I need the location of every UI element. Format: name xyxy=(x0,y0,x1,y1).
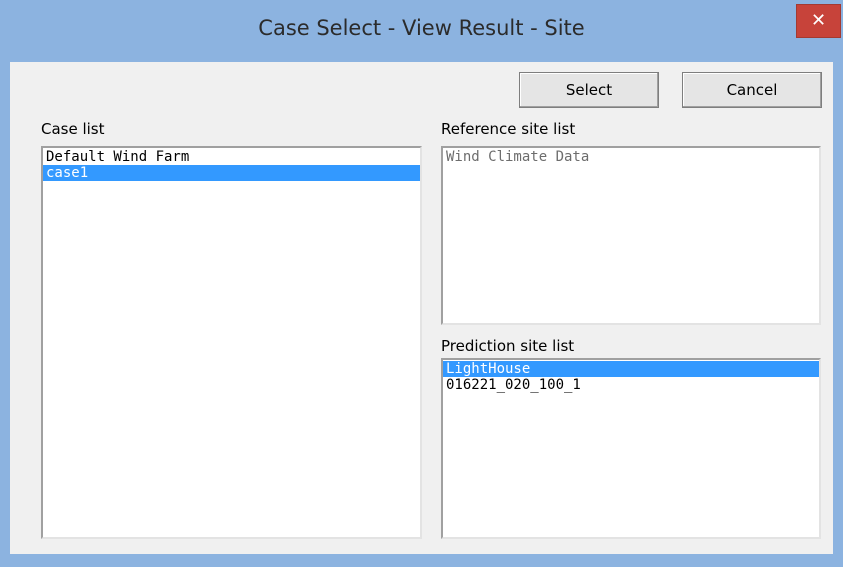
reference-site-listbox[interactable]: Wind Climate Data xyxy=(441,146,821,325)
reference-site-list-item[interactable]: Wind Climate Data xyxy=(443,149,819,165)
dialog-window: Case Select - View Result - Site ✕ Selec… xyxy=(0,0,843,567)
dialog-body: Select Cancel Case list Default Wind Far… xyxy=(10,62,833,554)
case-list-item[interactable]: Default Wind Farm xyxy=(43,149,420,165)
select-button[interactable]: Select xyxy=(519,72,659,108)
window-title: Case Select - View Result - Site xyxy=(258,16,585,40)
case-list-item-selected[interactable]: case1 xyxy=(43,165,420,181)
reference-site-list-label: Reference site list xyxy=(441,120,576,138)
close-button[interactable]: ✕ xyxy=(796,4,841,38)
close-icon: ✕ xyxy=(810,10,827,31)
prediction-site-list-label: Prediction site list xyxy=(441,337,575,355)
case-listbox[interactable]: Default Wind Farm case1 xyxy=(41,146,422,539)
cancel-button[interactable]: Cancel xyxy=(682,72,822,108)
title-bar[interactable]: Case Select - View Result - Site ✕ xyxy=(0,0,843,62)
case-list-label: Case list xyxy=(41,120,105,138)
prediction-site-list-item[interactable]: 016221_020_100_1 xyxy=(443,377,819,393)
prediction-site-listbox[interactable]: LightHouse 016221_020_100_1 xyxy=(441,358,821,539)
prediction-site-list-item-selected[interactable]: LightHouse xyxy=(443,361,819,377)
